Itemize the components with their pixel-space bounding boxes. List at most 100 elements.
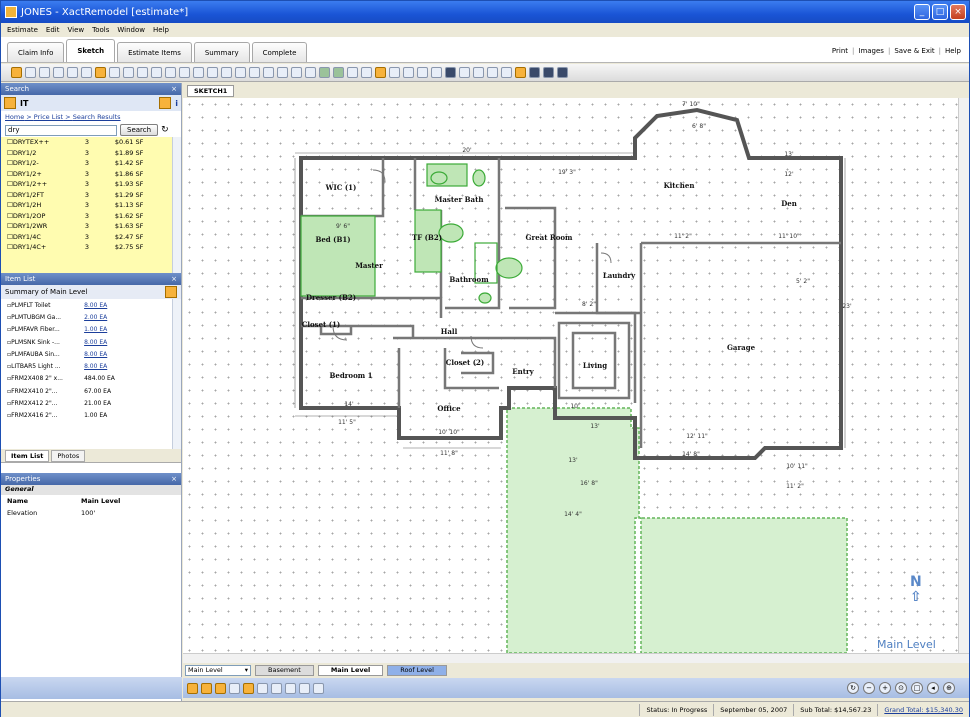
room-label[interactable]: Bathroom	[449, 275, 489, 284]
toolbar-icon[interactable]	[221, 67, 232, 78]
tab-estimate-items[interactable]: Estimate Items	[117, 42, 192, 62]
tab-claim-info[interactable]: Claim Info	[7, 42, 65, 62]
toolbar-icon[interactable]	[459, 67, 470, 78]
info-icon[interactable]: i	[175, 99, 178, 108]
zoom-in-icon[interactable]: +	[879, 682, 891, 694]
menu-edit[interactable]: Edit	[46, 26, 60, 34]
item-row[interactable]: ▫ LITBAR5 Light ... 8.00 EA	[1, 360, 181, 372]
toolbar-icon[interactable]	[347, 67, 358, 78]
panel-close-icon[interactable]: ×	[171, 475, 177, 483]
toolbar-icon[interactable]	[67, 67, 78, 78]
panel-close-icon[interactable]: ×	[171, 275, 177, 283]
item-row[interactable]: ▫ PLMFAVR Fiber... 1.00 EA	[1, 324, 181, 336]
room-label[interactable]: Den	[781, 199, 797, 208]
results-scrollbar[interactable]	[172, 137, 181, 273]
room-label[interactable]: Office	[437, 404, 461, 413]
room-label[interactable]: WIC (1)	[325, 183, 357, 192]
toolbar-icon[interactable]	[305, 67, 316, 78]
item-row[interactable]: ▫ PLMFLT Toilet 8.00 EA	[1, 299, 181, 311]
search-result-row[interactable]: ☐ DRY1/4C 3 $2.47 SF	[1, 232, 181, 243]
itemlist-scrollbar[interactable]	[172, 299, 181, 449]
canvas-vertical-scrollbar[interactable]	[958, 98, 969, 653]
menu-estimate[interactable]: Estimate	[7, 26, 38, 34]
item-qty[interactable]: 8.00 EA	[84, 339, 134, 346]
print-link[interactable]: Print	[832, 47, 848, 55]
crumb-home[interactable]: Home	[5, 113, 24, 121]
search-result-row[interactable]: ☐ DRY1/2OP 3 $1.62 SF	[1, 211, 181, 222]
room-label[interactable]: Living	[583, 361, 607, 370]
search-result-row[interactable]: ☐ DRY1/2FT 3 $1.29 SF	[1, 190, 181, 201]
toolbar-icon[interactable]	[81, 67, 92, 78]
select-tool-icon[interactable]	[11, 67, 22, 78]
crumb-search-results[interactable]: Search Results	[73, 113, 121, 121]
room-label[interactable]: Master Bath	[435, 195, 484, 204]
sketch-canvas[interactable]: WIC (1) Master Bath Bed (B1) TF (B2) Mas…	[183, 98, 958, 653]
toolbar-icon[interactable]	[361, 67, 372, 78]
search-result-row[interactable]: ☐ DRY1/2++ 3 $1.93 SF	[1, 179, 181, 190]
item-qty[interactable]: 2.00 EA	[84, 314, 134, 321]
minimize-button[interactable]: _	[914, 4, 930, 20]
back-icon[interactable]	[159, 97, 172, 109]
tab-complete[interactable]: Complete	[251, 42, 308, 62]
panel-close-icon[interactable]: ×	[171, 85, 177, 93]
toolbar-icon[interactable]	[557, 67, 568, 78]
toolbar-icon[interactable]	[403, 67, 414, 78]
property-value[interactable]: 100'	[81, 509, 95, 517]
tool-icon[interactable]	[299, 682, 310, 694]
sketch-tab[interactable]: SKETCH1	[187, 85, 235, 97]
item-qty[interactable]: 8.00 EA	[84, 351, 134, 358]
item-row[interactable]: ▫ PLMTUBGM Ga... 2.00 EA	[1, 311, 181, 323]
room-label[interactable]: Entry	[512, 367, 534, 376]
toolbar-icon[interactable]	[53, 67, 64, 78]
tool-icon[interactable]	[229, 682, 240, 694]
menu-help[interactable]: Help	[153, 26, 169, 34]
status-grand-total[interactable]: Grand Total: $15,340.30	[877, 703, 969, 716]
toolbar-icon[interactable]	[389, 67, 400, 78]
item-row[interactable]: ▫ FRM2X416 2"... 1.00 EA	[1, 410, 181, 422]
room-label[interactable]: Bedroom 1	[329, 371, 372, 380]
zoom-window-icon[interactable]: □	[911, 682, 923, 694]
tab-item-list[interactable]: Item List	[5, 450, 50, 462]
toolbar-icon[interactable]	[193, 67, 204, 78]
search-result-row[interactable]: ☐ DRYTEX++ 3 $0.61 SF	[1, 137, 181, 148]
room-label[interactable]: Master	[355, 261, 383, 270]
room-label[interactable]: Garage	[727, 343, 756, 352]
close-button[interactable]: ×	[950, 4, 966, 20]
menu-view[interactable]: View	[67, 26, 84, 34]
level-select[interactable]: Main Level ▾	[185, 664, 251, 676]
toolbar-icon[interactable]	[137, 67, 148, 78]
toolbar-icon[interactable]	[501, 67, 512, 78]
search-result-row[interactable]: ☐ DRY1/2 3 $1.89 SF	[1, 148, 181, 159]
tool-icon[interactable]	[243, 682, 254, 694]
zoom-out-icon[interactable]: −	[863, 682, 875, 694]
room-label[interactable]: Great Room	[526, 233, 573, 242]
room-label[interactable]: Bed (B1)	[315, 235, 350, 244]
menu-tools[interactable]: Tools	[92, 26, 109, 34]
toolbar-icon[interactable]	[235, 67, 246, 78]
search-result-row[interactable]: ☐ DRY1/2WR 3 $1.63 SF	[1, 221, 181, 232]
toolbar-icon[interactable]	[109, 67, 120, 78]
search-button[interactable]: Search	[120, 124, 159, 136]
search-result-row[interactable]: ☐ DRY1/2- 3 $1.42 SF	[1, 158, 181, 169]
tool-icon[interactable]	[187, 682, 198, 694]
tool-icon[interactable]	[201, 682, 212, 694]
toolbar-icon[interactable]	[319, 67, 330, 78]
toolbar-icon[interactable]	[123, 67, 134, 78]
search-result-row[interactable]: ☐ DRY1/2H 3 $1.13 SF	[1, 200, 181, 211]
tab-roof-level[interactable]: Roof Level	[387, 664, 447, 676]
toolbar-icon[interactable]	[375, 67, 386, 78]
tool-icon[interactable]	[271, 682, 282, 694]
zoom-prev-icon[interactable]: ◂	[927, 682, 939, 694]
tab-main-level[interactable]: Main Level	[317, 664, 384, 676]
tool-icon[interactable]	[215, 682, 226, 694]
item-row[interactable]: ▫ FRM2X410 2"... 67.00 EA	[1, 385, 181, 397]
toolbar-icon[interactable]	[291, 67, 302, 78]
search-result-row[interactable]: ☐ DRY1/2+ 3 $1.86 SF	[1, 169, 181, 180]
text-tool-icon[interactable]	[445, 67, 456, 78]
canvas-horizontal-scrollbar[interactable]	[183, 653, 969, 663]
toolbar-icon[interactable]	[431, 67, 442, 78]
save-exit-link[interactable]: Save & Exit	[894, 47, 934, 55]
help-link[interactable]: Help	[945, 47, 961, 55]
room-label[interactable]: TF (B2)	[412, 233, 442, 242]
tool-icon[interactable]	[257, 682, 268, 694]
